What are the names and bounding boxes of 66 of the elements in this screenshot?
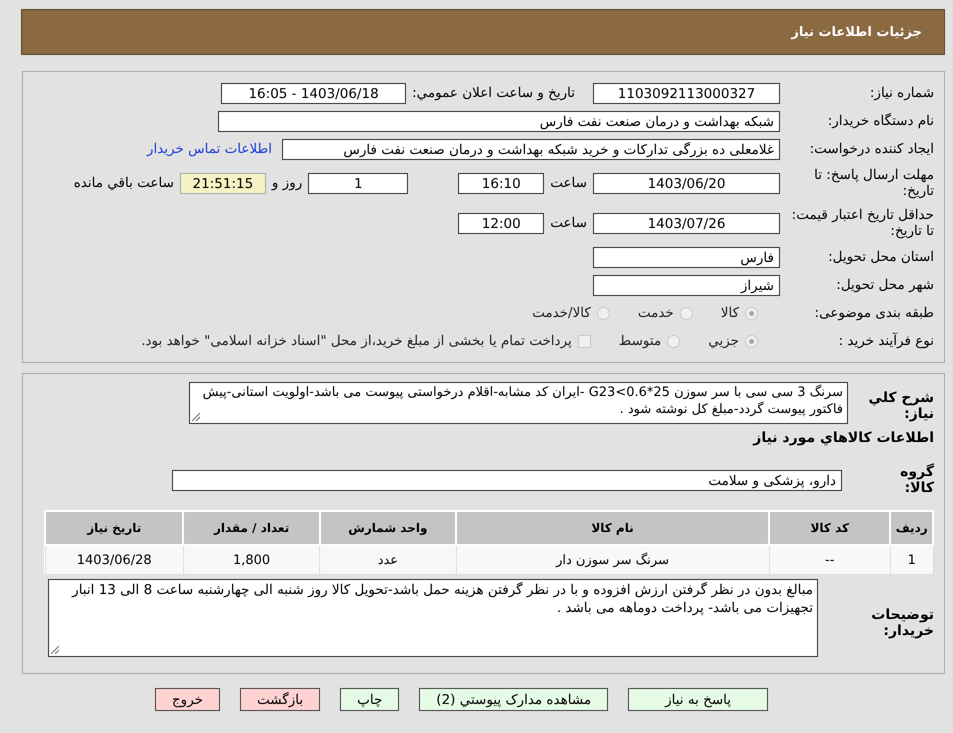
field-label: استان محل تحویل: bbox=[827, 249, 934, 265]
action-button[interactable]: مشاهده مدارک پیوستي (2) bbox=[419, 688, 608, 711]
field-label: ساعت باقي مانده bbox=[74, 175, 174, 191]
input-field[interactable]: شبکه بهداشت و درمان صنعت نفت فارس bbox=[218, 110, 780, 132]
radio-button[interactable] bbox=[680, 306, 693, 320]
radio-button[interactable] bbox=[667, 334, 680, 348]
time-field[interactable]: 12:00 bbox=[458, 212, 544, 234]
date-field[interactable]: 1403/07/26 bbox=[593, 212, 780, 234]
table-cell: سرنگ سر سوزن دار bbox=[456, 545, 770, 574]
field-label: تاریخ و ساعت اعلان عمومي: bbox=[412, 85, 575, 101]
input-field[interactable]: فارس bbox=[593, 246, 780, 268]
field-label: روز و bbox=[272, 175, 302, 191]
page-title: جزئیات اطلاعات نیاز bbox=[791, 24, 922, 40]
checkbox[interactable] bbox=[578, 334, 591, 348]
contact-link[interactable]: اطلاعات تماس خریدار bbox=[146, 141, 272, 157]
input-field[interactable]: 1103092113000327 bbox=[593, 82, 780, 104]
radio-button[interactable] bbox=[745, 334, 758, 348]
field-label: گروه کالا: bbox=[899, 464, 934, 496]
checkbox-label: پرداخت تمام یا بخشی از مبلغ خرید،از محل "اسناد خزانه اسلامی" خواهد بود. bbox=[141, 333, 572, 349]
table-cell: 1403/06/28 bbox=[45, 545, 184, 574]
field-label: حداقل تاریخ اعتبار قیمت: تا تاریخ: bbox=[790, 207, 934, 239]
table-cell: 1 bbox=[890, 545, 933, 574]
radio-label: کالا/خدمت bbox=[532, 305, 591, 321]
radio-label: خدمت bbox=[638, 305, 674, 321]
field-label: شرح کلي نیاز: bbox=[868, 389, 934, 422]
radio-button[interactable] bbox=[596, 306, 610, 320]
field-label: ایجاد کننده درخواست: bbox=[808, 141, 934, 157]
action-button[interactable]: خروج bbox=[154, 688, 220, 711]
radio-label: جزیي bbox=[708, 333, 739, 349]
input-field[interactable]: 1403/06/18 - 16:05 bbox=[221, 82, 406, 104]
field-label: مهلت ارسال پاسخ: تا تاریخ: bbox=[813, 167, 934, 199]
input-field[interactable]: غلامعلی ده بزرگی تدارکات و خرید شبکه بهداشت و درمان صنعت نفت فارس bbox=[282, 138, 780, 160]
column-header: کد کالا bbox=[769, 511, 890, 545]
resize-grip-icon[interactable] bbox=[51, 646, 59, 654]
resize-grip-icon[interactable] bbox=[192, 413, 200, 421]
field-label: نام دستگاه خریدار: bbox=[826, 113, 934, 129]
notes-field[interactable]: مبالغ بدون در نظر گرفتن ارزش افزوده و با در نظر گرفتن هزینه حمل باشد-تحویل کالا روز شنبه الی چهارشنبه ساعت 8 الی 13 انبار تجهیزات می باشد- پرداخت دوماهه می باشد . bbox=[48, 579, 818, 657]
table-cell: عدد bbox=[320, 545, 456, 574]
column-header: نام کالا bbox=[456, 511, 770, 545]
time-field[interactable]: 16:10 bbox=[458, 172, 544, 194]
radio-label: متوسط bbox=[618, 333, 662, 349]
field-label: ساعت bbox=[550, 175, 587, 191]
date-field[interactable]: 1403/06/20 bbox=[593, 172, 780, 194]
section-title: اطلاعات کالاهاي مورد نیاز bbox=[752, 430, 934, 446]
field-label: شماره نیاز: bbox=[868, 85, 934, 101]
column-header: واحد شمارش bbox=[320, 511, 456, 545]
field-label: طبقه بندی موضوعی: bbox=[814, 305, 934, 321]
field-label: ساعت bbox=[550, 215, 587, 231]
days-field[interactable]: 1 bbox=[308, 172, 408, 194]
column-header: تاریخ نیاز bbox=[45, 511, 184, 545]
radio-button[interactable] bbox=[745, 306, 758, 320]
countdown-field: 21:51:15 bbox=[180, 172, 266, 194]
field-label: نوع فرآیند خرید : bbox=[838, 333, 934, 349]
action-button[interactable]: بازگشت bbox=[240, 688, 320, 711]
field-label: توضیحات خریدار: bbox=[870, 606, 934, 639]
action-button[interactable]: پاسخ به نیاز bbox=[628, 688, 768, 711]
field-label: شهر محل تحویل: bbox=[835, 277, 934, 293]
action-button[interactable]: چاپ bbox=[340, 688, 400, 711]
table-cell: 1,800 bbox=[183, 545, 320, 574]
input-field[interactable]: شیراز bbox=[593, 274, 780, 296]
input-field[interactable]: دارو، پزشکی و سلامت bbox=[172, 470, 842, 490]
radio-label: کالا bbox=[720, 305, 739, 321]
column-header: ردیف bbox=[890, 511, 933, 545]
column-header: تعداد / مقدار bbox=[183, 511, 320, 545]
table-cell: -- bbox=[769, 545, 890, 574]
description-field[interactable]: سرنگ 3 سی سی با سر سوزن 25*G23<0.6 -ایران کد مشابه-اقلام درخواستی پیوست می باشد-اولویت استانی-پیش فاکتور پیوست گردد-مبلغ کل نوشته شود . bbox=[189, 382, 848, 424]
